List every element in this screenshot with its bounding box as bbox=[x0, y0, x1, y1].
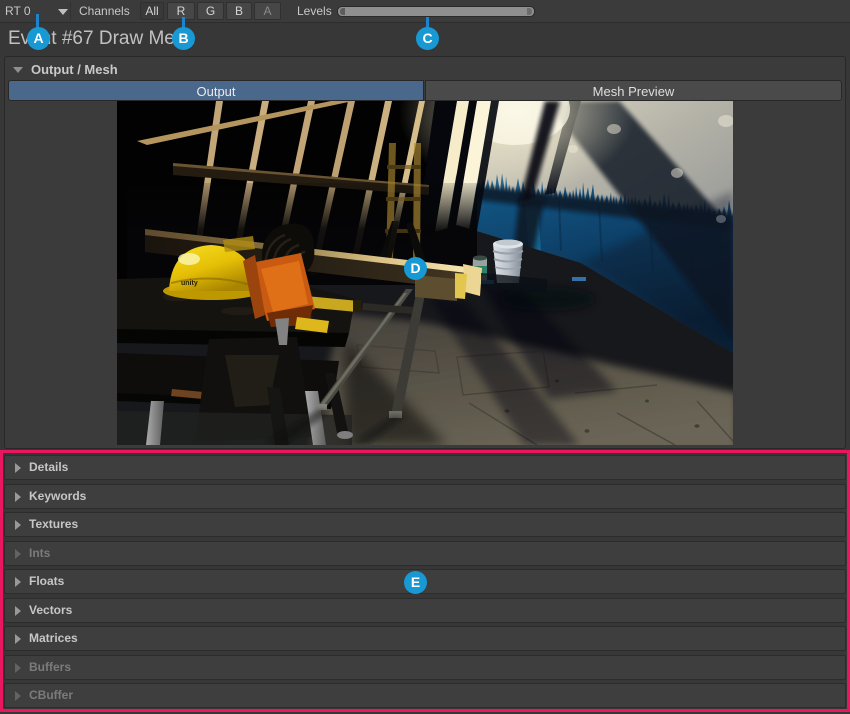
svg-text:unity: unity bbox=[181, 280, 198, 287]
